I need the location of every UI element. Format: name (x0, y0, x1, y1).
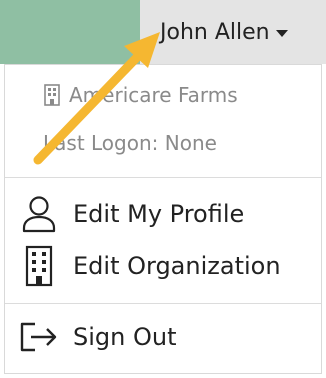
organization-row: Americare Farms (43, 83, 238, 107)
header-background (0, 0, 140, 64)
edit-profile-menu-item[interactable]: Edit My Profile (19, 195, 244, 233)
building-icon (19, 245, 59, 287)
edit-organization-menu-item[interactable]: Edit Organization (19, 245, 281, 287)
user-menu-toggle[interactable]: John Allen (140, 0, 326, 64)
edit-profile-label: Edit My Profile (73, 200, 245, 228)
sign-out-label: Sign Out (73, 323, 177, 351)
organization-name: Americare Farms (69, 83, 238, 107)
sign-out-menu-item[interactable]: Sign Out (19, 321, 177, 353)
user-icon (19, 195, 59, 233)
last-logon: Last Logon: None (43, 131, 217, 155)
building-icon (44, 84, 60, 106)
divider (5, 177, 321, 178)
sign-out-icon (19, 321, 59, 353)
edit-organization-label: Edit Organization (73, 252, 281, 280)
chevron-down-icon (275, 30, 288, 37)
divider (5, 303, 321, 304)
user-name: John Allen (160, 19, 270, 45)
user-dropdown-menu: Americare Farms Last Logon: None Edit My… (4, 64, 322, 374)
